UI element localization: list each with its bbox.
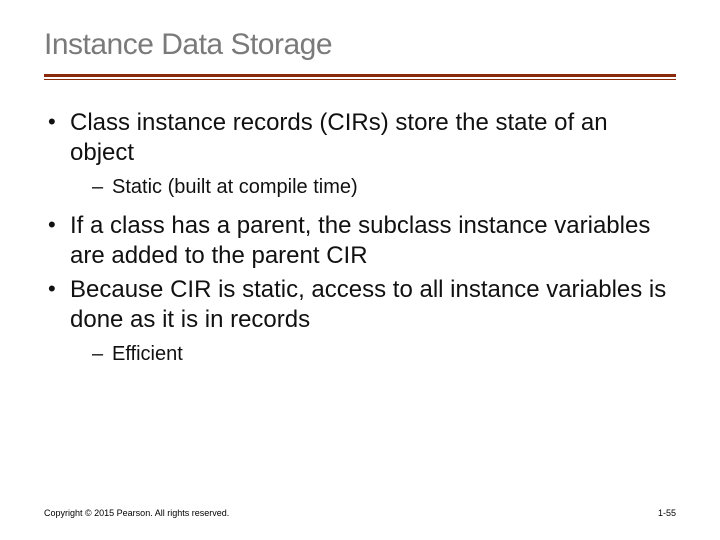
bullet-item: If a class has a parent, the subclass in… — [44, 211, 676, 271]
sub-bullet-list: Efficient — [70, 341, 676, 368]
sub-bullet-text: Efficient — [112, 343, 183, 365]
slide: Instance Data Storage Class instance rec… — [0, 0, 720, 540]
title-rule-thick — [44, 74, 676, 77]
bullet-text: Because CIR is static, access to all ins… — [70, 276, 666, 333]
page-number: 1-55 — [658, 508, 676, 518]
bullet-item: Class instance records (CIRs) store the … — [44, 108, 676, 201]
bullet-text: Class instance records (CIRs) store the … — [70, 109, 608, 166]
sub-bullet-item: Efficient — [70, 341, 676, 368]
copyright-footer: Copyright © 2015 Pearson. All rights res… — [44, 508, 229, 518]
sub-bullet-list: Static (built at compile time) — [70, 174, 676, 201]
bullet-text: If a class has a parent, the subclass in… — [70, 212, 650, 269]
page-title: Instance Data Storage — [44, 28, 676, 62]
sub-bullet-item: Static (built at compile time) — [70, 174, 676, 201]
slide-body: Class instance records (CIRs) store the … — [44, 80, 676, 368]
bullet-list: Class instance records (CIRs) store the … — [44, 108, 676, 368]
sub-bullet-text: Static (built at compile time) — [112, 176, 358, 198]
bullet-item: Because CIR is static, access to all ins… — [44, 275, 676, 368]
